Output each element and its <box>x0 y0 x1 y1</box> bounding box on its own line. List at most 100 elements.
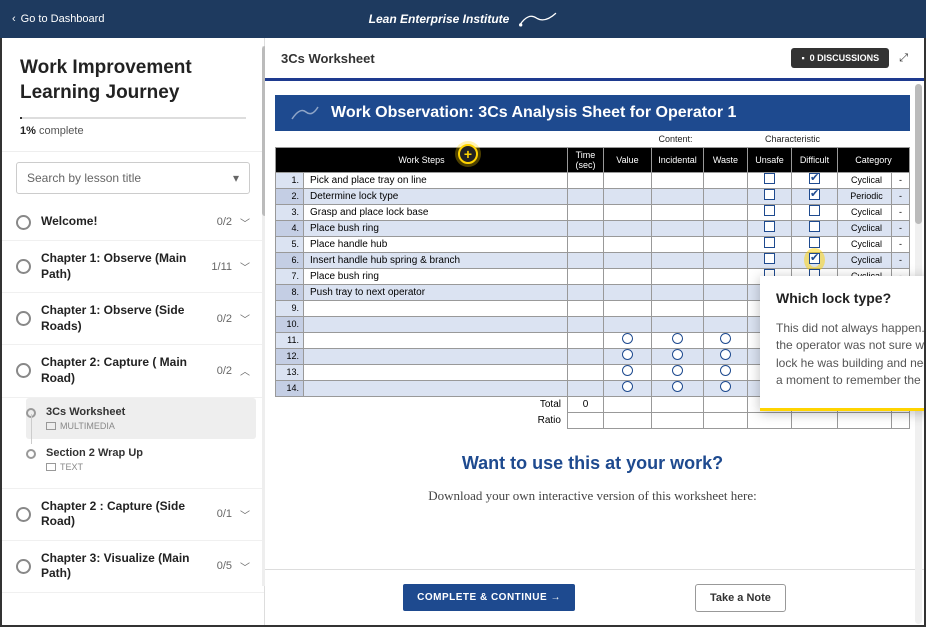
radio[interactable] <box>622 349 633 360</box>
popup-title: Which lock type? <box>776 290 924 306</box>
work-step <box>304 380 568 396</box>
search-lessons-dropdown[interactable]: Search by lesson title ▾ <box>16 162 250 194</box>
chapter-name: Chapter 3: Visualize (Main Path) <box>41 551 217 582</box>
chapter-name: Chapter 2: Capture ( Main Road) <box>41 355 217 386</box>
checkbox[interactable] <box>764 221 775 232</box>
course-title: Work Improvement Learning Journey <box>20 56 246 105</box>
checkbox[interactable] <box>809 237 820 248</box>
work-step: Place handle hub <box>304 236 568 252</box>
chapter-header[interactable]: Welcome! 0/2 ﹀ <box>2 204 264 240</box>
radio[interactable] <box>720 381 731 392</box>
topbar: ‹ Go to Dashboard Lean Enterprise Instit… <box>0 0 926 38</box>
chapter-progress: 1/11 <box>211 261 232 273</box>
radio[interactable] <box>622 333 633 344</box>
course-title-block: Work Improvement Learning Journey 1% com… <box>2 38 264 152</box>
checkbox[interactable] <box>764 237 775 248</box>
radio[interactable] <box>672 381 683 392</box>
discussions-button[interactable]: ▪ 0 DISCUSSIONS <box>791 48 889 68</box>
banner-title: Work Observation: 3Cs Analysis Sheet for… <box>331 104 736 122</box>
work-step: Determine lock type <box>304 188 568 204</box>
corner-logo-icon <box>287 95 323 131</box>
progress-ring-icon <box>16 559 31 574</box>
cta-title: Want to use this at your work? <box>275 453 910 474</box>
checkbox[interactable] <box>809 205 820 216</box>
chapter-progress: 0/1 <box>217 508 232 520</box>
progress-ring-icon <box>16 259 31 274</box>
checkbox-checked[interactable] <box>809 253 820 264</box>
table-row: 1. Pick and place tray on line Cyclical … <box>276 172 910 188</box>
discussions-label: 0 DISCUSSIONS <box>810 53 880 63</box>
work-step: Pick and place tray on line <box>304 172 568 188</box>
lesson-name: 3Cs Worksheet <box>46 406 246 418</box>
popup-body: This did not always happen. At some poin… <box>776 320 924 390</box>
take-note-button[interactable]: Take a Note <box>695 584 786 612</box>
radio[interactable] <box>720 349 731 360</box>
main: Work Improvement Learning Journey 1% com… <box>0 38 926 627</box>
checkbox[interactable] <box>764 253 775 264</box>
chapter-header[interactable]: Chapter 1: Observe (Side Roads) 0/2 ﹀ <box>2 293 264 344</box>
progress-text: 1% complete <box>20 125 246 137</box>
lesson-item[interactable]: 3Cs Worksheet MULTIMEDIA <box>26 398 256 439</box>
radio[interactable] <box>622 381 633 392</box>
checkbox-checked[interactable] <box>809 189 820 200</box>
sidebar: Work Improvement Learning Journey 1% com… <box>2 38 265 625</box>
radio[interactable] <box>622 365 633 376</box>
work-step <box>304 300 568 316</box>
checkbox[interactable] <box>764 205 775 216</box>
radio[interactable] <box>720 365 731 376</box>
chapter-progress: 0/5 <box>217 560 232 572</box>
lesson-item[interactable]: Section 2 Wrap Up TEXT <box>26 439 264 480</box>
content-pane: 3Cs Worksheet ▪ 0 DISCUSSIONS ⤢ Work Obs… <box>265 38 924 625</box>
work-step: Insert handle hub spring & branch <box>304 252 568 268</box>
chapter-header[interactable]: Chapter 2 : Capture (Side Road) 0/1 ﹀ <box>2 489 264 540</box>
lesson-type: TEXT <box>46 462 254 472</box>
table-row: 5. Place handle hub Cyclical - <box>276 236 910 252</box>
checkbox-checked[interactable] <box>809 173 820 184</box>
table-row: 3. Grasp and place lock base Cyclical - <box>276 204 910 220</box>
chapter-progress: 0/2 <box>217 216 232 228</box>
chapter-list: Welcome! 0/2 ﹀ Chapter 1: Observe (Main … <box>2 204 264 625</box>
cta-block: Want to use this at your work? Download … <box>275 429 910 516</box>
work-step: Place bush ring <box>304 268 568 284</box>
work-step <box>304 332 568 348</box>
checkbox[interactable] <box>764 173 775 184</box>
tooltip-popup: ‹ › Which lock type? This did not always… <box>760 276 924 411</box>
table-row: 6. Insert handle hub spring & branch Cyc… <box>276 252 910 268</box>
expand-icon[interactable]: ⤢ <box>899 52 908 65</box>
cta-subtitle: Download your own interactive version of… <box>275 488 910 504</box>
hotspot-marker[interactable]: + <box>458 144 478 164</box>
chapter-name: Chapter 1: Observe (Main Path) <box>41 251 211 282</box>
checkbox[interactable] <box>764 189 775 200</box>
radio[interactable] <box>672 349 683 360</box>
progress-ring-icon <box>16 215 31 230</box>
chapter-progress: 0/2 <box>217 365 232 377</box>
chevron-left-icon: ‹ <box>12 13 16 25</box>
work-step <box>304 316 568 332</box>
chapter-header[interactable]: Chapter 2: Capture ( Main Road) 0/2 ︿ <box>2 345 264 396</box>
chapter-header[interactable]: Chapter 1: Observe (Main Path) 1/11 ﹀ <box>2 241 264 292</box>
lesson-dot-icon <box>26 449 36 459</box>
progress-bar <box>20 117 246 119</box>
chapter-header[interactable]: Chapter 3: Visualize (Main Path) 0/5 ﹀ <box>2 541 264 592</box>
work-step: Grasp and place lock base <box>304 204 568 220</box>
brand: Lean Enterprise Institute <box>369 8 558 30</box>
chapter-name: Welcome! <box>41 214 217 230</box>
content-header: 3Cs Worksheet ▪ 0 DISCUSSIONS ⤢ <box>265 38 924 81</box>
progress-ring-icon <box>16 311 31 326</box>
back-to-dashboard[interactable]: ‹ Go to Dashboard <box>12 13 104 25</box>
checkbox[interactable] <box>809 221 820 232</box>
work-step: Place bush ring <box>304 220 568 236</box>
table-row: 2. Determine lock type Periodic - <box>276 188 910 204</box>
chapter-name: Chapter 1: Observe (Side Roads) <box>41 303 217 334</box>
lesson-name: Section 2 Wrap Up <box>46 447 254 459</box>
work-step <box>304 348 568 364</box>
radio[interactable] <box>720 333 731 344</box>
progress-ring-icon <box>16 363 31 378</box>
radio[interactable] <box>672 365 683 376</box>
back-label: Go to Dashboard <box>21 13 105 25</box>
complete-continue-button[interactable]: COMPLETE & CONTINUE → <box>403 584 575 611</box>
brand-text: Lean Enterprise Institute <box>369 12 510 26</box>
chat-icon: ▪ <box>801 53 804 63</box>
radio[interactable] <box>672 333 683 344</box>
worksheet-banner: Work Observation: 3Cs Analysis Sheet for… <box>275 95 910 131</box>
